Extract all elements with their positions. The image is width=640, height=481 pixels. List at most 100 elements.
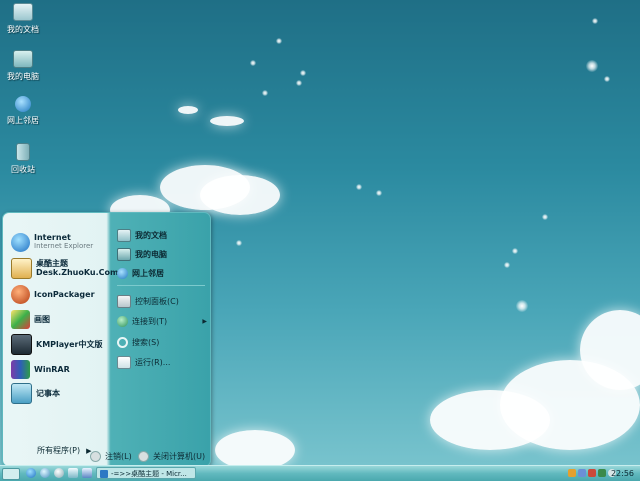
star (376, 190, 382, 196)
browser-quicklaunch-icon[interactable] (54, 468, 64, 478)
system-tray: 22:56 (566, 467, 638, 479)
taskbar-window-label: -=>>桌酷主题 - Micr... (111, 470, 187, 478)
shutdown-label: 关闭计算机(U) (153, 452, 206, 461)
star (250, 60, 256, 66)
star (504, 262, 510, 268)
program-name: 画图 (34, 314, 50, 324)
cloud (215, 430, 295, 470)
tray-app-icon[interactable] (598, 469, 606, 477)
show-desktop-icon[interactable] (68, 468, 78, 478)
program-notepad[interactable]: 记事本 (11, 382, 111, 404)
place-label: 我的电脑 (135, 249, 167, 259)
globe-icon (117, 267, 128, 279)
program-name: WinRAR (34, 364, 70, 374)
divider (117, 285, 205, 286)
desktop-icon-label: 网上邻居 (7, 116, 39, 125)
star (356, 184, 362, 190)
place-my-computer[interactable]: 我的电脑 (117, 246, 209, 262)
program-internet-explorer[interactable]: Internet Internet Explorer (11, 231, 111, 253)
zhuoku-icon (11, 257, 32, 279)
cloud (178, 106, 198, 114)
place-label: 网上邻居 (132, 268, 164, 278)
star (296, 80, 302, 86)
ie-quicklaunch-icon[interactable] (26, 468, 36, 478)
program-name: KMPlayer中文版 (36, 339, 103, 349)
shutdown-button[interactable]: 关闭计算机(U) (138, 451, 205, 462)
system-label: 控制面板(C) (135, 296, 179, 306)
kmplayer-icon (11, 333, 32, 355)
star (512, 248, 518, 254)
system-search[interactable]: 搜索(S) (117, 334, 209, 350)
tray-network-icon[interactable] (578, 469, 586, 477)
search-icon (117, 336, 128, 348)
system-label: 搜索(S) (132, 337, 160, 347)
system-label: 连接到(T) (132, 316, 168, 326)
iconpackager-icon (11, 284, 30, 304)
arrow-right-icon: ▶ (202, 317, 207, 325)
desktop-icon-recycle-bin[interactable]: 回收站 (2, 143, 44, 175)
globe-icon (15, 96, 31, 112)
start-button[interactable] (2, 468, 20, 480)
system-control-panel[interactable]: 控制面板(C) (117, 293, 209, 309)
star (542, 214, 548, 220)
program-zhuoku[interactable]: 桌酷主题 Desk.ZhuoKu.Com (11, 257, 118, 279)
tray-qq-icon[interactable] (568, 469, 576, 477)
desktop-icon-label: 我的文档 (7, 25, 39, 34)
star (276, 38, 282, 44)
all-programs-button[interactable]: 所有程序(P) ▶ (37, 445, 91, 456)
folder-icon (13, 3, 33, 21)
taskbar: -=>>桌酷主题 - Micr... 22:56 (0, 465, 640, 481)
star (262, 90, 268, 96)
program-name: Internet (34, 233, 71, 242)
star (604, 76, 610, 82)
desktop-icon-my-computer[interactable]: 我的电脑 (2, 50, 44, 82)
program-kmplayer[interactable]: KMPlayer中文版 (11, 333, 111, 355)
desktop-icon-my-documents[interactable]: 我的文档 (2, 3, 44, 35)
logoff-button[interactable]: 注销(L) (90, 451, 132, 462)
ie-icon (11, 232, 30, 252)
desktop-icon-label: 我的电脑 (7, 72, 39, 81)
program-name: 桌酷主题 (36, 259, 68, 268)
power-icon (138, 451, 149, 462)
program-iconpackager[interactable]: IconPackager (11, 283, 111, 305)
system-label: 运行(R)... (135, 357, 171, 367)
place-my-documents[interactable]: 我的文档 (117, 227, 209, 243)
place-label: 我的文档 (135, 230, 167, 240)
run-icon (117, 355, 131, 369)
control-panel-icon (117, 294, 131, 308)
recycle-bin-icon (16, 143, 30, 161)
program-name: 记事本 (36, 388, 60, 398)
star (586, 60, 598, 72)
program-subtitle: Internet Explorer (34, 242, 94, 250)
star (300, 70, 306, 76)
all-programs-label: 所有程序(P) (37, 446, 81, 455)
taskbar-window-button[interactable]: -=>>桌酷主题 - Micr... (96, 467, 196, 479)
logoff-label: 注销(L) (105, 452, 132, 461)
cloud (210, 116, 244, 126)
place-network-places[interactable]: 网上邻居 (117, 265, 209, 281)
tray-antivirus-icon[interactable] (588, 469, 596, 477)
program-name: IconPackager (34, 289, 95, 299)
program-winrar[interactable]: WinRAR (11, 358, 111, 380)
media-quicklaunch-icon[interactable] (40, 468, 50, 478)
star (592, 18, 598, 24)
cloud (200, 175, 280, 215)
computer-icon (13, 50, 33, 68)
star (236, 240, 242, 246)
start-menu: Internet Internet Explorer 桌酷主题 Desk.Zhu… (2, 212, 211, 467)
system-connect-to[interactable]: 连接到(T) ▶ (117, 313, 209, 329)
desktop-icon-network-places[interactable]: 网上邻居 (2, 96, 44, 126)
paint-icon (11, 309, 30, 329)
network-icon (117, 315, 128, 327)
desktop-icon-label: 回收站 (11, 165, 35, 174)
system-run[interactable]: 运行(R)... (117, 354, 209, 370)
window-quicklaunch-icon[interactable] (82, 468, 92, 478)
program-paint[interactable]: 画图 (11, 308, 111, 330)
start-menu-programs: Internet Internet Explorer 桌酷主题 Desk.Zhu… (7, 223, 118, 463)
clock[interactable]: 22:56 (611, 468, 634, 480)
notepad-icon (11, 382, 32, 404)
star (516, 300, 528, 312)
computer-icon (117, 247, 131, 261)
program-subtitle: Desk.ZhuoKu.Com (36, 268, 119, 277)
logoff-icon (90, 451, 101, 462)
